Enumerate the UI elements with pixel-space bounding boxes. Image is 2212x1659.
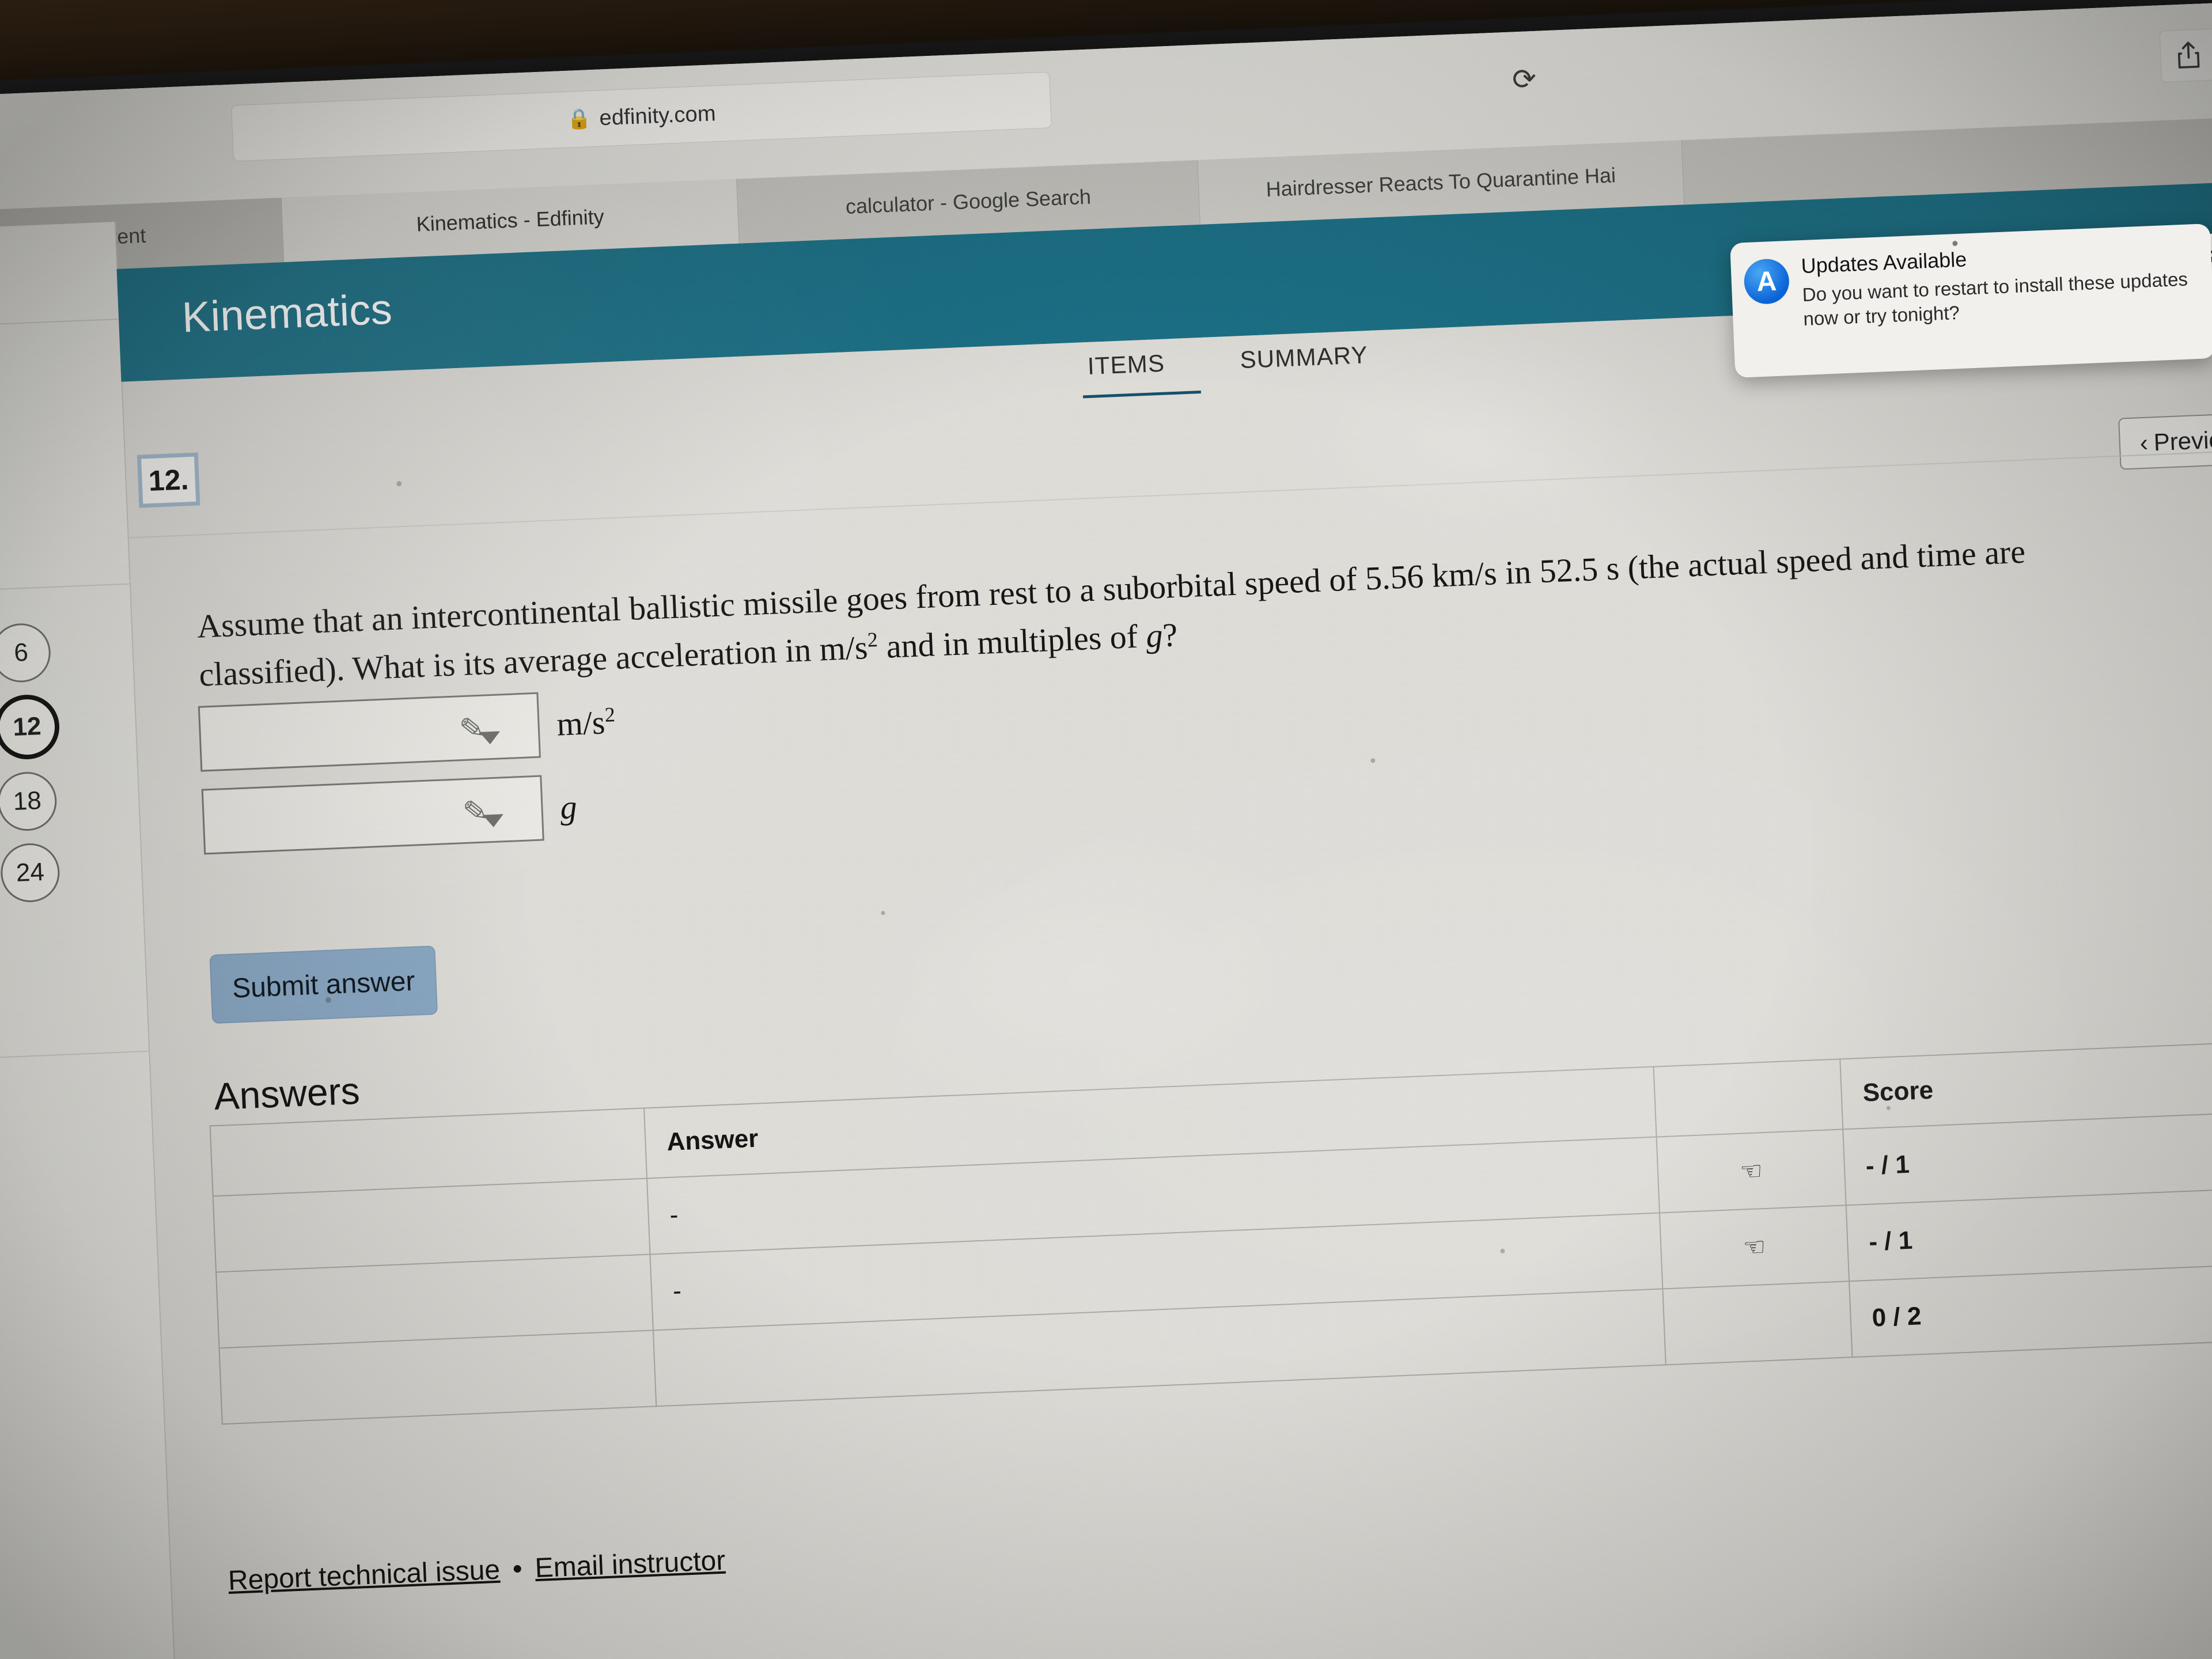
bubble-row: 17 18 — [0, 769, 100, 835]
question-number-badge: 12. — [137, 452, 200, 508]
separator-dot: • — [512, 1554, 523, 1585]
question-bubble-24[interactable]: 24 — [0, 842, 61, 904]
answer-input-1[interactable]: ✎ — [198, 692, 541, 772]
question-bubble-grid: 5 6 11 12 17 18 23 24 — [0, 620, 104, 919]
table-col-icon — [1653, 1059, 1843, 1137]
answer-unit-1-main: m/s — [556, 703, 606, 743]
question-text-part2: and in multiples of — [877, 617, 1147, 666]
lock-icon: 🔒 — [566, 108, 592, 131]
chevron-left-icon: ‹ — [2139, 429, 2149, 457]
share-icon[interactable] — [2159, 28, 2212, 83]
bubble-row: 23 24 — [0, 840, 103, 906]
question-text-part3: ? — [1162, 616, 1179, 654]
notification-body: Do you want to restart to install these … — [1802, 268, 2188, 329]
question-text-part1: Assume that an intercontinental ballisti… — [196, 532, 2027, 694]
photo-scene: 🔒 edfinity.com ⟳ Content Kinematics - Ed… — [0, 0, 2212, 1659]
app-store-icon: A — [1743, 258, 1790, 305]
system-notification[interactable]: A Updates Available Do you want to resta… — [1730, 223, 2212, 378]
tab-items[interactable]: ITEMS — [1087, 350, 1165, 380]
row-icon-empty — [1662, 1281, 1853, 1365]
page-title: Kinematics — [181, 285, 393, 342]
table-col-score: Score — [1840, 1037, 2212, 1130]
question-bubble-6[interactable]: 6 — [0, 622, 52, 684]
answers-heading: Answers — [213, 1069, 361, 1118]
submit-answer-button[interactable]: Submit answer — [209, 945, 438, 1024]
question-bubble-12[interactable]: 12 — [0, 693, 61, 761]
notification-grabber — [1952, 240, 1958, 247]
bubble-row: 11 12 — [0, 692, 97, 763]
answer-field-row-1: ✎ m/s2 — [198, 689, 617, 772]
main-content: ITEMS SUMMARY 12. ‹ Previous Ne — [122, 290, 2212, 1659]
question-text-exponent: 2 — [866, 628, 878, 652]
answer-inputs: ✎ m/s2 ✎ g — [198, 689, 621, 872]
address-bar-url: edfinity.com — [599, 101, 717, 130]
question-text-variable-g: g — [1145, 616, 1164, 655]
caret-down-icon[interactable] — [482, 814, 504, 828]
footer-links: Report technical issue • Email instructo… — [228, 1545, 726, 1597]
bubble-row: 5 6 — [0, 620, 94, 686]
tab-summary[interactable]: SUMMARY — [1240, 341, 1369, 374]
laptop-screen: 🔒 edfinity.com ⟳ Content Kinematics - Ed… — [0, 0, 2212, 1659]
question-text: Assume that an intercontinental ballisti… — [196, 524, 2116, 699]
answer-input-2[interactable]: ✎ — [201, 775, 544, 855]
email-instructor-link[interactable]: Email instructor — [535, 1545, 726, 1585]
address-bar[interactable]: 🔒 edfinity.com — [231, 71, 1052, 162]
reload-icon[interactable]: ⟳ — [1497, 54, 1551, 105]
answer-unit-2: g — [559, 787, 578, 827]
answer-unit-1: m/s2 — [556, 703, 616, 744]
question-bubble-18[interactable]: 18 — [0, 771, 58, 832]
report-technical-issue-link[interactable]: Report technical issue — [228, 1554, 501, 1597]
hand-pointer-icon[interactable]: ☜ — [1659, 1205, 1850, 1289]
hand-pointer-icon[interactable]: ☜ — [1656, 1129, 1846, 1213]
answer-unit-1-sup: 2 — [604, 703, 616, 727]
previous-button[interactable]: ‹ Previous — [2118, 412, 2212, 470]
caret-down-icon[interactable] — [479, 731, 501, 745]
answers-table: Answer Score - ☜ - / 1 - ☜ - / 1 0 / 2 — [210, 1036, 2212, 1425]
divider — [128, 446, 2212, 539]
answer-unit-2-italic: g — [559, 787, 578, 826]
pagination-controls: ‹ Previous Ne — [2118, 408, 2212, 470]
tab-active-underline — [1082, 391, 1201, 399]
answer-field-row-2: ✎ g — [201, 772, 620, 855]
